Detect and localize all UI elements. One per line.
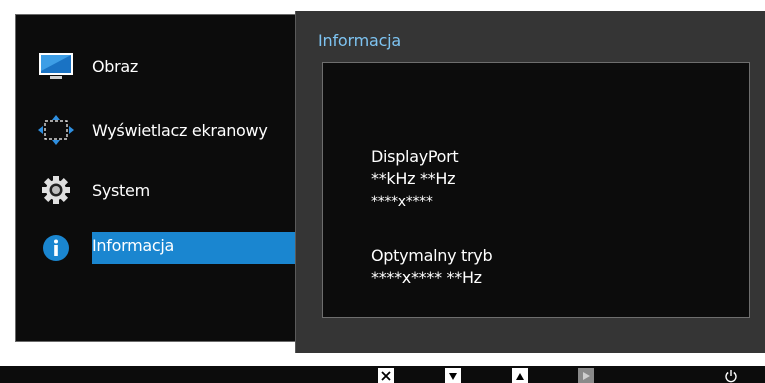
menu-item-system[interactable]: System — [16, 173, 296, 207]
frequency-value: **kHz **Hz — [371, 169, 456, 188]
close-icon[interactable] — [378, 368, 394, 383]
menu-item-obraz[interactable]: Obraz — [16, 49, 296, 83]
info-icon — [36, 231, 76, 265]
play-icon[interactable] — [578, 368, 594, 383]
menu-item-label: Informacja — [92, 232, 296, 264]
info-panel: Informacja DisplayPort **kHz **Hz ****x*… — [295, 11, 765, 353]
power-icon[interactable] — [723, 368, 739, 383]
menu-item-wyswietlacz-ekranowy[interactable]: Wyświetlacz ekranowy — [16, 113, 296, 147]
info-box: DisplayPort **kHz **Hz ****x**** Optymal… — [322, 62, 750, 318]
menu-item-label: Wyświetlacz ekranowy — [92, 120, 268, 140]
source-name: DisplayPort — [371, 147, 459, 166]
panel-title: Informacja — [318, 31, 402, 50]
menu-item-label: System — [92, 180, 150, 200]
menu-item-informacja[interactable]: Informacja — [16, 231, 296, 265]
monitor-icon — [36, 49, 76, 83]
gear-icon — [36, 173, 76, 207]
menu-item-label: Obraz — [92, 56, 139, 76]
optimal-mode-value: ****x**** **Hz — [371, 268, 482, 287]
button-guide-bar — [0, 366, 765, 383]
osd-menu-panel: Obraz Wyświetlacz ekranowy System Inform… — [15, 14, 305, 342]
optimal-mode-label: Optymalny tryb — [371, 246, 493, 265]
osd-arrows-icon — [36, 113, 76, 147]
down-arrow-icon[interactable] — [445, 368, 461, 383]
resolution-value: ****x**** — [371, 194, 433, 210]
up-arrow-icon[interactable] — [512, 368, 528, 383]
